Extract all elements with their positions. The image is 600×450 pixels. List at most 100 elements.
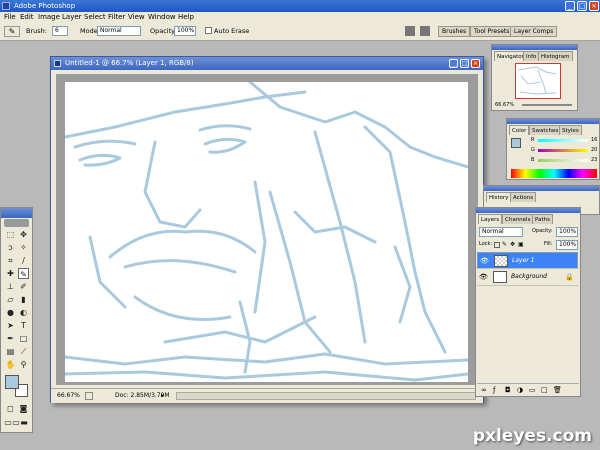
new-layer-icon[interactable]: □ bbox=[541, 386, 548, 394]
menu-file[interactable]: File bbox=[4, 12, 16, 23]
histogram-tab[interactable]: Histogram bbox=[538, 51, 573, 61]
tool-preset-picker[interactable]: ✎ bbox=[4, 26, 20, 37]
palette-well-icon[interactable] bbox=[405, 26, 415, 36]
channel-g-slider[interactable] bbox=[538, 149, 588, 152]
menu-window[interactable]: Window bbox=[148, 12, 176, 23]
path-selection-tool-icon[interactable]: ➤ bbox=[5, 320, 16, 331]
layer-row-background[interactable]: 👁 Background 🔒 bbox=[477, 269, 578, 286]
color-spectrum-ramp[interactable] bbox=[511, 169, 597, 178]
shape-tool-icon[interactable]: □ bbox=[18, 333, 29, 344]
navigator-zoom[interactable]: 66.67% bbox=[495, 102, 514, 109]
channel-g-value[interactable]: 20 bbox=[591, 147, 597, 154]
opacity-input[interactable]: 100% bbox=[174, 26, 196, 36]
channel-r-slider[interactable] bbox=[538, 139, 588, 142]
lock-all-icon[interactable]: ▣ bbox=[518, 241, 524, 249]
menu-layer[interactable]: Layer bbox=[62, 12, 82, 23]
navigator-zoom-slider[interactable] bbox=[522, 104, 572, 106]
layer-mask-icon[interactable]: ◘ bbox=[505, 386, 511, 394]
menu-edit[interactable]: Edit bbox=[20, 12, 34, 23]
info-tab[interactable]: Info bbox=[523, 51, 540, 61]
layer-row-layer-1[interactable]: 👁 Layer 1 bbox=[477, 252, 578, 269]
navigator-thumbnail[interactable] bbox=[515, 63, 561, 99]
layer-style-icon[interactable]: ƒ bbox=[493, 386, 495, 394]
blend-mode-select[interactable]: Normal bbox=[479, 227, 523, 237]
styles-tab[interactable]: Styles bbox=[559, 125, 582, 135]
color-panel-foreground-swatch[interactable] bbox=[511, 138, 521, 148]
visibility-eye-icon[interactable]: 👁 bbox=[479, 273, 488, 281]
zoom-tool-icon[interactable]: ⚲ bbox=[18, 359, 29, 370]
horizontal-scrollbar[interactable] bbox=[176, 392, 476, 400]
crop-tool-icon[interactable]: ⌗ bbox=[5, 255, 16, 266]
fill-input[interactable]: 100% bbox=[556, 240, 578, 250]
channel-r-value[interactable]: 16 bbox=[591, 137, 597, 144]
menu-help[interactable]: Help bbox=[178, 12, 194, 23]
magic-wand-tool-icon[interactable]: ✧ bbox=[18, 242, 29, 253]
adjustment-layer-icon[interactable]: ◑ bbox=[517, 386, 523, 394]
screen-mode-standard-icon[interactable]: ▭ bbox=[4, 417, 12, 428]
lasso-tool-icon[interactable]: ↄ bbox=[5, 242, 16, 253]
screen-mode-full-icon[interactable]: ▬ bbox=[20, 417, 28, 428]
slice-tool-icon[interactable]: ∕ bbox=[18, 255, 29, 266]
screen-mode-menu-icon[interactable]: ▭ bbox=[12, 417, 20, 428]
color-panel-header[interactable] bbox=[507, 119, 599, 124]
brush-size-picker[interactable]: 6 bbox=[52, 26, 68, 36]
actions-tab[interactable]: Actions bbox=[510, 192, 537, 202]
document-title-bar[interactable]: Untitled-1 @ 66.7% (Layer 1, RGB/8) _ □ … bbox=[51, 57, 483, 70]
healing-brush-tool-icon[interactable]: ✚ bbox=[5, 268, 16, 279]
navigator-panel-header[interactable] bbox=[492, 45, 577, 50]
history-brush-tool-icon[interactable]: ✐ bbox=[18, 281, 29, 292]
layer-opacity-input[interactable]: 100% bbox=[556, 227, 578, 237]
layers-tab[interactable]: Layers bbox=[478, 214, 503, 224]
pencil-tool-icon[interactable]: ✎ bbox=[18, 268, 29, 279]
zoom-level[interactable]: 66.67% bbox=[57, 391, 80, 401]
paths-tab[interactable]: Paths bbox=[532, 214, 553, 224]
tool-presets-tab[interactable]: Tool Presets bbox=[470, 26, 514, 37]
lock-position-icon[interactable]: ✥ bbox=[510, 241, 515, 249]
history-panel-header[interactable] bbox=[484, 186, 599, 191]
menu-select[interactable]: Select bbox=[84, 12, 106, 23]
navigator-tab[interactable]: Navigator bbox=[494, 51, 527, 61]
mode-select[interactable]: Normal bbox=[97, 26, 141, 36]
maximize-button[interactable]: □ bbox=[577, 1, 587, 11]
eyedropper-tool-icon[interactable]: ⟋ bbox=[18, 346, 29, 357]
type-tool-icon[interactable]: T bbox=[18, 320, 29, 331]
history-tab[interactable]: History bbox=[486, 192, 512, 202]
notes-tool-icon[interactable]: ▤ bbox=[5, 346, 16, 357]
lock-transparency-icon[interactable] bbox=[494, 242, 500, 248]
channel-b-value[interactable]: 23 bbox=[591, 157, 597, 164]
marquee-tool-icon[interactable]: ⬚ bbox=[5, 229, 16, 240]
delete-layer-icon[interactable]: 🗑 bbox=[553, 386, 562, 394]
clone-stamp-tool-icon[interactable]: ⊥ bbox=[5, 281, 16, 292]
dodge-tool-icon[interactable]: ◐ bbox=[18, 307, 29, 318]
color-tab[interactable]: Color bbox=[509, 125, 530, 135]
document-close-button[interactable]: × bbox=[471, 59, 480, 68]
document-maximize-button[interactable]: □ bbox=[460, 59, 469, 68]
minimize-button[interactable]: _ bbox=[565, 1, 575, 11]
lock-pixels-icon[interactable]: ✎ bbox=[502, 241, 507, 249]
layers-panel-header[interactable] bbox=[476, 208, 580, 213]
new-group-icon[interactable]: ▭ bbox=[529, 386, 536, 394]
menu-view[interactable]: View bbox=[128, 12, 145, 23]
pen-tool-icon[interactable]: ✒ bbox=[5, 333, 16, 344]
link-layers-icon[interactable]: ∞ bbox=[481, 386, 487, 394]
menu-image[interactable]: Image bbox=[38, 12, 60, 23]
layer-name[interactable]: Layer 1 bbox=[512, 256, 534, 266]
document-minimize-button[interactable]: _ bbox=[449, 59, 458, 68]
swatches-tab[interactable]: Swatches bbox=[529, 125, 562, 135]
brushes-tab[interactable]: Brushes bbox=[438, 26, 471, 37]
channels-tab[interactable]: Channels bbox=[502, 214, 534, 224]
status-menu-arrow-icon[interactable]: ▸ bbox=[161, 392, 167, 400]
layer-comps-tab[interactable]: Layer Comps bbox=[510, 26, 558, 37]
channel-b-slider[interactable] bbox=[538, 159, 588, 162]
toolbox-header[interactable] bbox=[1, 208, 32, 218]
blur-tool-icon[interactable]: ● bbox=[5, 307, 16, 318]
visibility-eye-icon[interactable]: 👁 bbox=[480, 257, 489, 265]
standard-mode-icon[interactable]: ◻ bbox=[5, 403, 16, 414]
status-info-icon[interactable] bbox=[85, 392, 93, 400]
file-browser-icon[interactable] bbox=[420, 26, 430, 36]
canvas[interactable] bbox=[63, 80, 470, 382]
quick-mask-icon[interactable]: ◙ bbox=[18, 403, 29, 414]
hand-tool-icon[interactable]: ✋ bbox=[5, 359, 16, 370]
layer-name[interactable]: Background bbox=[511, 272, 547, 282]
move-tool-icon[interactable]: ✥ bbox=[18, 229, 29, 240]
